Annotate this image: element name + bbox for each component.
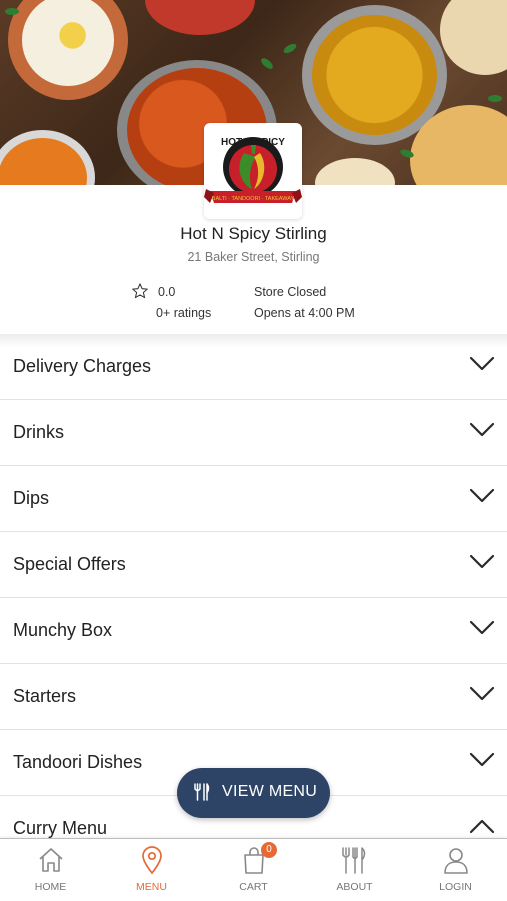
chevron-down-icon[interactable] <box>469 488 495 504</box>
category-row[interactable]: Dips <box>0 466 507 532</box>
location-pin-icon <box>142 846 162 875</box>
chevron-down-icon[interactable] <box>469 686 495 702</box>
orange-curry-bowl-image <box>0 130 95 185</box>
category-row[interactable]: Special Offers <box>0 532 507 598</box>
tab-cart[interactable]: 0 CART <box>203 839 304 901</box>
rating-value: 0.0 <box>158 285 176 299</box>
tab-about[interactable]: ABOUT <box>304 839 405 901</box>
category-row[interactable]: Delivery Charges <box>0 334 507 400</box>
chevron-down-icon[interactable] <box>469 752 495 768</box>
tab-menu[interactable]: MENU <box>101 839 202 901</box>
view-menu-label: VIEW MENU <box>222 783 318 800</box>
herb-leaf <box>282 41 298 56</box>
category-label: Drinks <box>13 422 65 442</box>
tab-about-label: ABOUT <box>336 881 373 893</box>
store-status: Store Closed <box>254 285 327 299</box>
chevron-down-icon[interactable] <box>469 620 495 636</box>
tab-login-label: LOGIN <box>439 881 472 893</box>
roti-image <box>440 0 507 75</box>
tab-menu-label: MENU <box>136 881 167 893</box>
herb-leaf <box>5 8 19 15</box>
store-address: 21 Baker Street, Stirling <box>187 250 320 264</box>
category-label: Special Offers <box>13 554 126 574</box>
rice-dish-image <box>8 0 128 100</box>
tab-login[interactable]: LOGIN <box>405 839 506 901</box>
tab-home-label: HOME <box>34 881 67 893</box>
herb-leaf <box>488 95 502 102</box>
view-menu-button[interactable]: VIEW MENU <box>177 768 330 818</box>
cutlery-icon <box>194 783 210 801</box>
category-label: Dips <box>13 488 50 508</box>
chevron-down-icon[interactable] <box>469 356 495 372</box>
star-icon <box>132 283 148 299</box>
category-label: Delivery Charges <box>13 356 152 376</box>
store-name: Hot N Spicy Stirling <box>180 224 327 243</box>
logo-text: HOT N SPICY <box>221 137 285 148</box>
tab-home[interactable]: HOME <box>0 839 101 901</box>
user-icon <box>444 848 468 874</box>
home-icon <box>39 848 63 872</box>
chevron-down-icon[interactable] <box>469 422 495 438</box>
category-row[interactable]: Drinks <box>0 400 507 466</box>
store-opening-time: Opens at 4:00 PM <box>254 306 355 320</box>
category-row[interactable]: Starters <box>0 664 507 730</box>
category-label: Tandoori Dishes <box>13 752 143 772</box>
category-label: Starters <box>13 686 77 706</box>
cutlery-icon <box>342 847 366 874</box>
chevron-up-icon[interactable] <box>469 818 495 834</box>
store-logo: HOT N SPICY BALTI · TANDOORI · TAKEAWAY <box>204 123 302 219</box>
side-bowl-image <box>315 158 395 185</box>
ratings-count: 0+ ratings <box>156 306 212 320</box>
category-label: Munchy Box <box>13 620 113 640</box>
tab-cart-label: CART <box>239 881 268 893</box>
bottom-tab-bar: HOME MENU 0 CART ABOUT LOGIN <box>0 838 507 901</box>
category-row[interactable]: Munchy Box <box>0 598 507 664</box>
herb-leaf <box>259 56 275 71</box>
hot-n-spicy-logo-icon: HOT N SPICY BALTI · TANDOORI · TAKEAWAY <box>204 137 302 203</box>
category-label: Curry Menu <box>13 818 108 838</box>
tomato-dish-image <box>145 0 255 35</box>
logo-banner-text: BALTI · TANDOORI · TAKEAWAY <box>212 196 295 202</box>
chevron-down-icon[interactable] <box>469 554 495 570</box>
cart-count-badge: 0 <box>261 842 277 858</box>
